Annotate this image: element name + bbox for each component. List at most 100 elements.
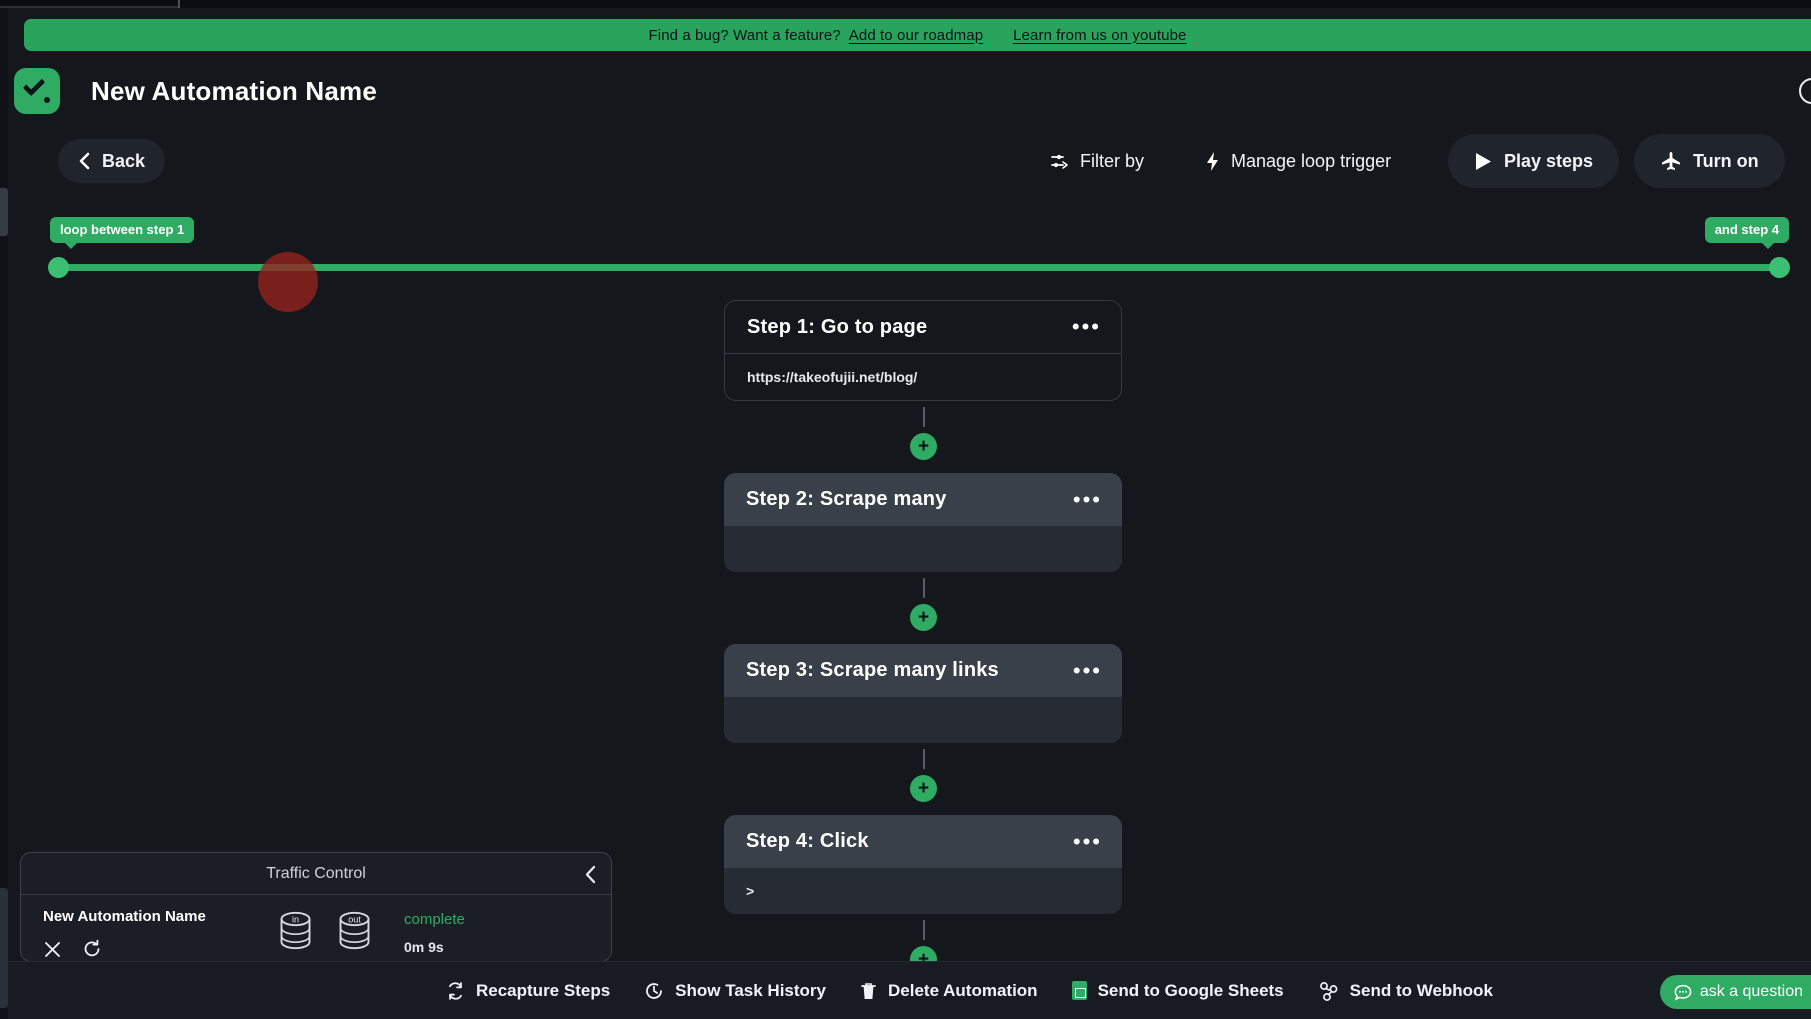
- automation-builder-app: Find a bug? Want a feature? Add to our r…: [0, 0, 1811, 1019]
- elapsed-time: 0m 9s: [404, 939, 444, 955]
- connector-line: [923, 407, 925, 427]
- promo-banner: Find a bug? Want a feature? Add to our r…: [24, 19, 1811, 51]
- add-step-button[interactable]: +: [910, 775, 937, 802]
- filter-sliders-icon: [1050, 152, 1069, 171]
- step-card-body[interactable]: >: [724, 868, 1122, 914]
- connector-line: [923, 749, 925, 769]
- play-steps-button[interactable]: Play steps: [1448, 134, 1620, 188]
- loop-start-label: loop between step 1: [50, 217, 195, 249]
- show-task-history-button[interactable]: Show Task History: [644, 981, 826, 1001]
- lightning-bolt-icon: [1205, 151, 1220, 172]
- add-step-button[interactable]: +: [910, 604, 937, 631]
- turn-on-label: Turn on: [1693, 150, 1759, 171]
- step-card-body[interactable]: https://takeofujii.net/blog/: [725, 354, 1121, 400]
- step-title: Step 1: Go to page: [747, 315, 928, 338]
- traffic-row-status-col: complete 0m 9s: [404, 908, 465, 955]
- step-title: Step 4: Click: [746, 830, 869, 852]
- recapture-steps-button[interactable]: Recapture Steps: [446, 981, 610, 1001]
- play-triangle-icon: [1474, 151, 1493, 172]
- step-card-header[interactable]: Step 2: Scrape many •••: [724, 473, 1122, 526]
- svg-text:in: in: [292, 915, 299, 925]
- cursor-click-indicator: [258, 252, 318, 312]
- back-button[interactable]: Back: [58, 139, 166, 183]
- step-card-body[interactable]: [724, 526, 1122, 572]
- recapture-steps-label: Recapture Steps: [476, 980, 611, 1000]
- main-toolbar: Back Filter by Manage loop trigger Play …: [0, 130, 1811, 192]
- database-out-icon[interactable]: out: [335, 910, 374, 957]
- svg-text:out: out: [348, 915, 361, 925]
- send-to-webhook-button[interactable]: Send to Webhook: [1318, 981, 1493, 1001]
- step-card[interactable]: Step 3: Scrape many links •••: [724, 644, 1122, 743]
- airplane-icon: [1660, 150, 1682, 172]
- more-options-icon[interactable]: •••: [1072, 316, 1101, 338]
- traffic-row-data-cols: in out: [276, 908, 374, 957]
- browser-tab-strip: [0, 6, 180, 8]
- help-circle-icon[interactable]: [1799, 78, 1811, 104]
- step-connector: +: [724, 401, 1124, 473]
- step-card-header[interactable]: Step 3: Scrape many links •••: [724, 644, 1122, 697]
- traffic-row-name: New Automation Name: [43, 908, 206, 925]
- manage-loop-trigger-button[interactable]: Manage loop trigger: [1185, 139, 1411, 183]
- left-rail-panel-edge[interactable]: [0, 888, 8, 1008]
- browser-tab-divider: [178, 0, 180, 8]
- more-options-icon[interactable]: •••: [1073, 830, 1102, 852]
- webhook-icon: [1318, 981, 1339, 1001]
- step-body-text: >: [746, 883, 755, 899]
- connector-line: [923, 578, 925, 598]
- checkmark-logo-icon: [14, 68, 60, 114]
- ask-a-question-label: ask a question: [1699, 983, 1803, 1000]
- loop-slider-handle-start[interactable]: [48, 257, 69, 278]
- traffic-control-title: Traffic Control: [266, 864, 366, 882]
- page-title: New Automation Name: [91, 75, 377, 106]
- send-to-google-sheets-button[interactable]: Send to Google Sheets: [1071, 980, 1284, 1001]
- step-title: Step 3: Scrape many links: [746, 659, 999, 681]
- step-card-body[interactable]: [724, 697, 1122, 743]
- play-steps-label: Play steps: [1504, 150, 1594, 171]
- connector-line: [923, 920, 925, 940]
- step-card[interactable]: Step 4: Click ••• >: [724, 815, 1122, 914]
- add-step-button[interactable]: +: [910, 433, 937, 460]
- browser-chrome-strip: [0, 0, 1811, 8]
- ask-a-question-button[interactable]: ask a question: [1659, 975, 1811, 1009]
- loop-slider-handle-end[interactable]: [1769, 257, 1790, 278]
- traffic-control-header: Traffic Control: [21, 853, 611, 895]
- step-card-header[interactable]: Step 4: Click •••: [724, 815, 1122, 868]
- step-connector: +: [724, 743, 1124, 815]
- step-card-header[interactable]: Step 1: Go to page •••: [725, 301, 1121, 354]
- turn-on-button[interactable]: Turn on: [1634, 134, 1785, 188]
- more-options-icon[interactable]: •••: [1073, 659, 1102, 681]
- traffic-control-row: New Automation Name in out complete 0m 9…: [21, 895, 611, 964]
- chevron-left-icon: [78, 152, 91, 170]
- step-card[interactable]: Step 1: Go to page ••• https://takeofuji…: [724, 300, 1122, 401]
- loop-end-label: and step 4: [1704, 217, 1789, 249]
- step-connector: +: [724, 572, 1124, 644]
- recapture-icon: [446, 981, 465, 1001]
- database-in-icon[interactable]: in: [276, 910, 315, 957]
- back-button-label: Back: [102, 150, 146, 171]
- promo-roadmap-link[interactable]: Add to our roadmap: [849, 27, 983, 44]
- close-x-icon[interactable]: [43, 940, 62, 964]
- filter-by-label: Filter by: [1080, 150, 1145, 171]
- show-task-history-label: Show Task History: [675, 980, 827, 1000]
- delete-automation-label: Delete Automation: [888, 980, 1038, 1000]
- steps-flow: Step 1: Go to page ••• https://takeofuji…: [724, 300, 1124, 986]
- step-title: Step 2: Scrape many: [746, 488, 947, 510]
- promo-text: Find a bug? Want a feature?: [648, 26, 841, 44]
- step-card[interactable]: Step 2: Scrape many •••: [724, 473, 1122, 572]
- header-bar: New Automation Name: [0, 62, 1811, 120]
- chevron-left-icon[interactable]: [584, 865, 597, 888]
- trash-icon: [860, 981, 877, 1001]
- delete-automation-button[interactable]: Delete Automation: [860, 981, 1038, 1001]
- filter-by-button[interactable]: Filter by: [1030, 139, 1164, 183]
- send-to-google-sheets-label: Send to Google Sheets: [1097, 980, 1284, 1000]
- more-options-icon[interactable]: •••: [1073, 488, 1102, 510]
- send-to-webhook-label: Send to Webhook: [1349, 980, 1493, 1000]
- clock-history-icon: [644, 981, 664, 1001]
- manage-loop-trigger-label: Manage loop trigger: [1231, 150, 1392, 171]
- promo-youtube-link[interactable]: Learn from us on youtube: [1013, 27, 1186, 44]
- status-badge: complete: [404, 911, 465, 928]
- step-body-text: https://takeofujii.net/blog/: [747, 369, 918, 385]
- traffic-control-panel: Traffic Control New Automation Name in o…: [20, 852, 612, 962]
- google-sheets-icon: [1071, 981, 1087, 1000]
- bottom-action-bar: Recapture Steps Show Task History Delete…: [8, 961, 1811, 1019]
